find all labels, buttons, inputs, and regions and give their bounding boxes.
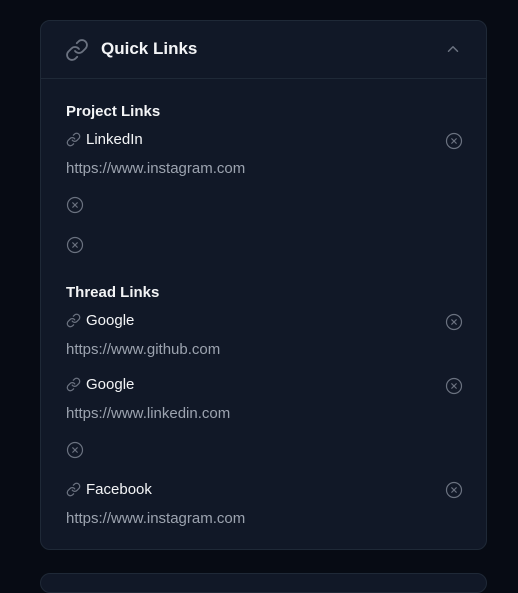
link-item[interactable]: Google bbox=[66, 312, 134, 329]
remove-empty-link-icon[interactable] bbox=[66, 236, 84, 254]
remove-empty-link-icon[interactable] bbox=[66, 441, 84, 459]
remove-empty-link-icon[interactable] bbox=[66, 196, 84, 214]
link-icon bbox=[66, 39, 88, 61]
panel-title: Quick Links bbox=[101, 39, 198, 58]
panel-header[interactable]: Quick Links bbox=[41, 21, 486, 79]
link-item[interactable]: Facebook bbox=[66, 481, 152, 498]
next-panel bbox=[40, 573, 487, 593]
remove-link-icon[interactable] bbox=[445, 313, 463, 331]
thread-links-title: Thread Links bbox=[66, 284, 160, 301]
link-icon bbox=[66, 482, 81, 497]
link-label: Google bbox=[86, 312, 135, 329]
link-icon bbox=[66, 377, 81, 392]
link-url[interactable]: https://www.instagram.com bbox=[66, 510, 245, 527]
remove-link-icon[interactable] bbox=[445, 481, 463, 499]
link-label: Google bbox=[86, 376, 135, 393]
link-icon bbox=[66, 313, 81, 328]
link-url[interactable]: https://www.linkedin.com bbox=[66, 405, 230, 422]
remove-link-icon[interactable] bbox=[445, 377, 463, 395]
link-url[interactable]: https://www.github.com bbox=[66, 341, 220, 358]
link-label: LinkedIn bbox=[86, 131, 143, 148]
quick-links-panel: Quick Links Project Links LinkedIn https… bbox=[40, 20, 487, 550]
link-url[interactable]: https://www.instagram.com bbox=[66, 160, 245, 177]
link-item[interactable]: LinkedIn bbox=[66, 131, 143, 148]
link-icon bbox=[66, 132, 81, 147]
link-item[interactable]: Google bbox=[66, 376, 134, 393]
project-links-title: Project Links bbox=[66, 103, 161, 120]
link-label: Facebook bbox=[86, 481, 152, 498]
chevron-up-icon[interactable] bbox=[444, 40, 462, 58]
remove-link-icon[interactable] bbox=[445, 132, 463, 150]
